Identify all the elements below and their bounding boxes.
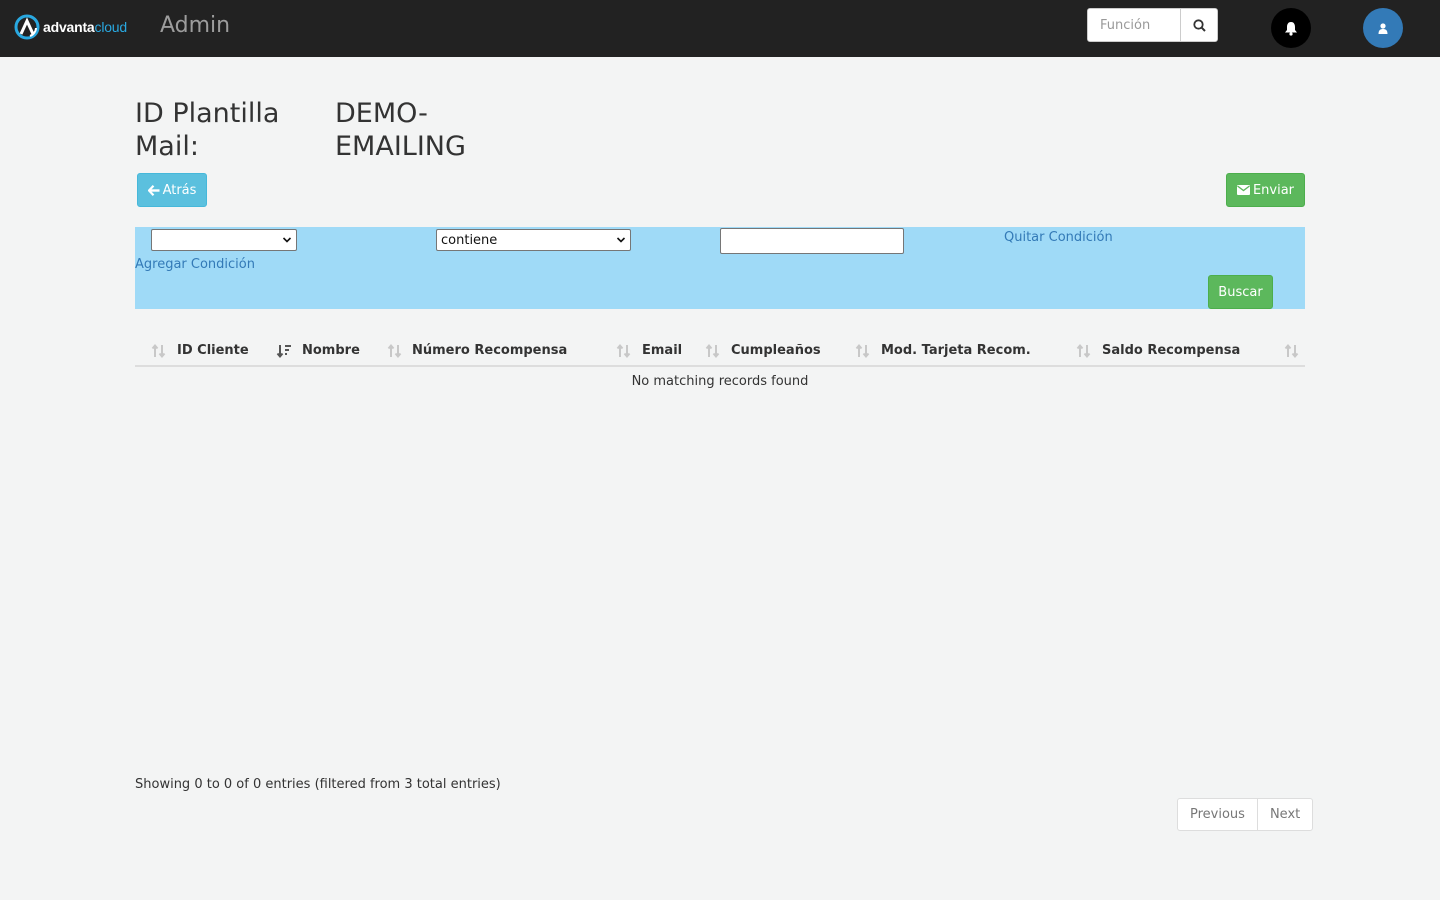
condition-field-select[interactable]: [151, 229, 297, 251]
column-header-cumpleanos[interactable]: Cumpleaños: [731, 336, 821, 365]
brand-logo[interactable]: advantacloud: [14, 14, 127, 40]
add-condition-link[interactable]: Agregar Condición: [135, 257, 255, 272]
search-button[interactable]: [1180, 9, 1217, 41]
condition-operator-select[interactable]: contiene: [436, 229, 631, 251]
sort-icon[interactable]: [151, 343, 167, 359]
filter-panel: contiene Quitar Condición Agregar Condic…: [135, 227, 1305, 309]
table-info: Showing 0 to 0 of 0 entries (filtered fr…: [135, 777, 501, 792]
table-header: ID Cliente Nombre Número Recompensa Emai…: [135, 336, 1305, 367]
sort-icon[interactable]: [705, 343, 721, 359]
sort-icon[interactable]: [616, 343, 632, 359]
column-header-nombre[interactable]: Nombre: [302, 336, 360, 365]
condition-operator-value: contiene: [441, 232, 498, 248]
sort-desc-icon[interactable]: [276, 343, 292, 359]
next-page-button[interactable]: Next: [1258, 799, 1312, 830]
previous-page-button[interactable]: Previous: [1178, 799, 1258, 830]
function-search: [1087, 8, 1218, 42]
user-menu-button[interactable]: [1363, 8, 1403, 48]
column-header-mod-tarjeta[interactable]: Mod. Tarjeta Recom.: [881, 336, 1031, 365]
app-title: Admin: [160, 13, 231, 38]
column-header-numero-recompensa[interactable]: Número Recompensa: [412, 336, 567, 365]
bell-icon: [1285, 21, 1297, 36]
column-header-saldo-recompensa[interactable]: Saldo Recompensa: [1102, 336, 1240, 365]
back-button[interactable]: Atrás: [137, 173, 207, 207]
sort-icon[interactable]: [1284, 343, 1300, 359]
send-button[interactable]: Enviar: [1226, 173, 1305, 207]
template-id-label: ID Plantilla Mail:: [135, 98, 280, 162]
top-navbar: advantacloud Admin: [0, 0, 1440, 57]
sort-icon[interactable]: [855, 343, 871, 359]
pagination: Previous Next: [1177, 798, 1314, 831]
condition-value-input[interactable]: [720, 228, 904, 254]
envelope-icon: [1236, 185, 1250, 195]
user-icon: [1378, 22, 1388, 34]
template-id-value: DEMO-EMAILING: [335, 98, 466, 162]
remove-condition-link[interactable]: Quitar Condición: [1004, 230, 1113, 245]
chevron-down-icon: [616, 237, 626, 243]
brand-name: advantacloud: [43, 19, 127, 35]
send-button-label: Enviar: [1252, 182, 1295, 198]
sort-icon[interactable]: [387, 343, 403, 359]
logo-icon: [14, 14, 40, 40]
arrow-left-icon: [147, 184, 160, 196]
column-header-email[interactable]: Email: [642, 336, 682, 365]
search-records-button[interactable]: Buscar: [1208, 275, 1273, 309]
notifications-button[interactable]: [1271, 8, 1311, 48]
chevron-down-icon: [282, 237, 292, 243]
empty-table-message: No matching records found: [631, 374, 809, 389]
function-search-input[interactable]: [1088, 9, 1180, 41]
back-button-label: Atrás: [162, 182, 197, 198]
column-header-id-cliente[interactable]: ID Cliente: [177, 336, 249, 365]
search-icon: [1192, 18, 1206, 32]
sort-icon[interactable]: [1076, 343, 1092, 359]
